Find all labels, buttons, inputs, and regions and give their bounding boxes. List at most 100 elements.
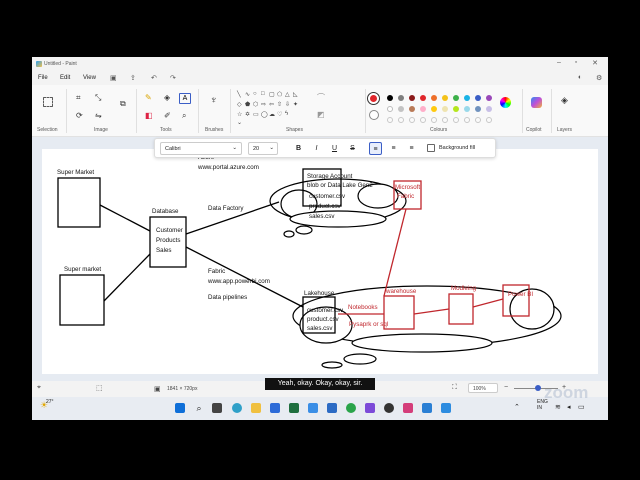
menu-edit[interactable]: Edit <box>60 75 70 81</box>
colour-swatch[interactable] <box>486 95 492 101</box>
custom-colour-slot[interactable] <box>486 117 492 123</box>
whatsapp-icon[interactable] <box>346 403 356 413</box>
align-center-icon[interactable]: ≡ <box>387 142 400 155</box>
share-icon[interactable]: ⇪ <box>130 74 136 82</box>
underline-icon[interactable]: U <box>328 142 341 155</box>
colour-swatch[interactable] <box>475 95 481 101</box>
colour-swatch[interactable] <box>431 106 437 112</box>
menu-view[interactable]: View <box>83 75 96 81</box>
pentagon-shape-icon[interactable]: ⬟ <box>245 101 250 108</box>
app-icon[interactable] <box>365 403 375 413</box>
outlook-icon[interactable] <box>270 403 280 413</box>
colour-swatch[interactable] <box>442 95 448 101</box>
colour-swatch[interactable] <box>431 95 437 101</box>
custom-colour-slot[interactable] <box>442 117 448 123</box>
menu-file[interactable]: File <box>38 75 48 81</box>
flip-icon[interactable]: ⇋ <box>95 112 102 120</box>
colour-swatch[interactable] <box>486 106 492 112</box>
colour-swatch[interactable] <box>387 106 393 112</box>
italic-icon[interactable]: I <box>310 142 323 155</box>
colour-swatch[interactable] <box>464 106 470 112</box>
azure-icon[interactable] <box>308 403 318 413</box>
font-size-dropdown[interactable]: 20 ⌄ <box>248 142 278 155</box>
oval-callout-shape-icon[interactable]: ◯ <box>261 111 268 118</box>
colour-swatch[interactable] <box>475 106 481 112</box>
colour-swatch[interactable] <box>387 95 393 101</box>
windows-start-icon[interactable] <box>175 403 185 413</box>
search-icon[interactable]: ⌕ <box>194 403 204 413</box>
polygon-shape-icon[interactable]: ⬠ <box>277 91 282 98</box>
line-shape-icon[interactable]: ╲ <box>237 91 241 98</box>
drawing-canvas[interactable]: Super Market Super market Database Custo… <box>42 149 598 374</box>
undo-icon[interactable]: ↶ <box>151 74 157 82</box>
close-button[interactable]: ✕ <box>588 59 602 69</box>
save-icon[interactable]: ▣ <box>110 74 117 82</box>
color-picker-icon[interactable]: ✐ <box>164 112 171 120</box>
bold-icon[interactable]: B <box>292 142 305 155</box>
minimize-button[interactable]: – <box>552 59 566 69</box>
primary-colour-selector[interactable] <box>367 92 380 105</box>
align-left-icon[interactable]: ≡ <box>369 142 382 155</box>
hexagon-shape-icon[interactable]: ⬡ <box>253 101 258 108</box>
tray-chevron-icon[interactable]: ⌃ <box>514 403 520 411</box>
text-tool-icon[interactable]: A <box>179 93 191 104</box>
excel-icon[interactable] <box>289 403 299 413</box>
custom-colour-slot[interactable] <box>387 117 393 123</box>
background-fill-checkbox[interactable] <box>427 144 435 152</box>
star6-shape-icon[interactable]: ✡ <box>245 111 250 118</box>
rectangle-shape-icon[interactable]: □ <box>261 91 265 97</box>
colour-swatch[interactable] <box>398 95 404 101</box>
settings-gear-icon[interactable]: ⚙ <box>596 74 602 82</box>
arrow-right-shape-icon[interactable]: ⇨ <box>261 101 266 108</box>
selection-tool-icon[interactable] <box>43 97 53 107</box>
edit-colours-icon[interactable] <box>500 97 511 108</box>
copilot-icon[interactable] <box>531 97 542 108</box>
image-select-icon[interactable]: ⧉ <box>120 100 126 108</box>
profile-icon[interactable]: ◐ <box>578 74 582 81</box>
colour-swatch[interactable] <box>420 95 426 101</box>
curve-shape-icon[interactable]: ∿ <box>245 91 250 98</box>
battery-icon[interactable]: ▭ <box>578 403 585 411</box>
align-right-icon[interactable]: ≡ <box>405 142 418 155</box>
fit-to-window-icon[interactable]: ⛶ <box>452 384 457 392</box>
colour-swatch[interactable] <box>409 106 415 112</box>
outline-icon[interactable]: ⌒ <box>317 94 325 102</box>
file-explorer-icon[interactable] <box>251 403 261 413</box>
right-triangle-shape-icon[interactable]: ◺ <box>293 91 298 98</box>
star5-shape-icon[interactable]: ☆ <box>237 111 242 118</box>
font-family-dropdown[interactable]: Calibri ⌄ <box>160 142 242 155</box>
chrome-icon[interactable] <box>384 403 394 413</box>
magnifier-icon[interactable]: ⌕ <box>182 112 186 120</box>
shapes-more-icon[interactable]: ⌄ <box>237 119 242 126</box>
task-view-icon[interactable] <box>212 403 222 413</box>
paint-taskbar-icon[interactable] <box>422 403 432 413</box>
volume-icon[interactable]: ◂ <box>567 403 571 411</box>
eraser-icon[interactable]: ◧ <box>145 112 153 120</box>
oval-shape-icon[interactable]: ○ <box>253 91 257 97</box>
strikethrough-icon[interactable]: S <box>346 142 359 155</box>
cloud-callout-shape-icon[interactable]: ☁ <box>269 111 275 118</box>
brush-icon[interactable]: ♆ <box>210 96 218 106</box>
lightning-shape-icon[interactable]: ϟ <box>285 111 288 117</box>
rounded-rect-shape-icon[interactable]: ▢ <box>269 91 275 98</box>
custom-colour-slot[interactable] <box>409 117 415 123</box>
colour-swatch[interactable] <box>453 95 459 101</box>
resize-icon[interactable]: ⤡ <box>95 94 101 102</box>
redo-icon[interactable]: ↷ <box>170 74 176 82</box>
rotate-icon[interactable]: ⟳ <box>76 112 83 120</box>
wifi-icon[interactable]: ≋ <box>555 403 561 411</box>
heart-shape-icon[interactable]: ♡ <box>277 111 282 118</box>
colour-swatch[interactable] <box>464 95 470 101</box>
colour-swatch[interactable] <box>398 106 404 112</box>
zoom-taskbar-icon[interactable] <box>441 403 451 413</box>
colour-swatch[interactable] <box>442 106 448 112</box>
secondary-colour-selector[interactable] <box>369 110 379 120</box>
custom-colour-slot[interactable] <box>431 117 437 123</box>
zoom-slider-thumb[interactable] <box>535 385 541 391</box>
snipping-tool-icon[interactable] <box>403 403 413 413</box>
arrow-up-shape-icon[interactable]: ⇧ <box>277 101 282 108</box>
callout-shape-icon[interactable]: ▭ <box>253 111 259 118</box>
arrow-down-shape-icon[interactable]: ⇩ <box>285 101 290 108</box>
custom-colour-slot[interactable] <box>453 117 459 123</box>
custom-colour-slot[interactable] <box>420 117 426 123</box>
